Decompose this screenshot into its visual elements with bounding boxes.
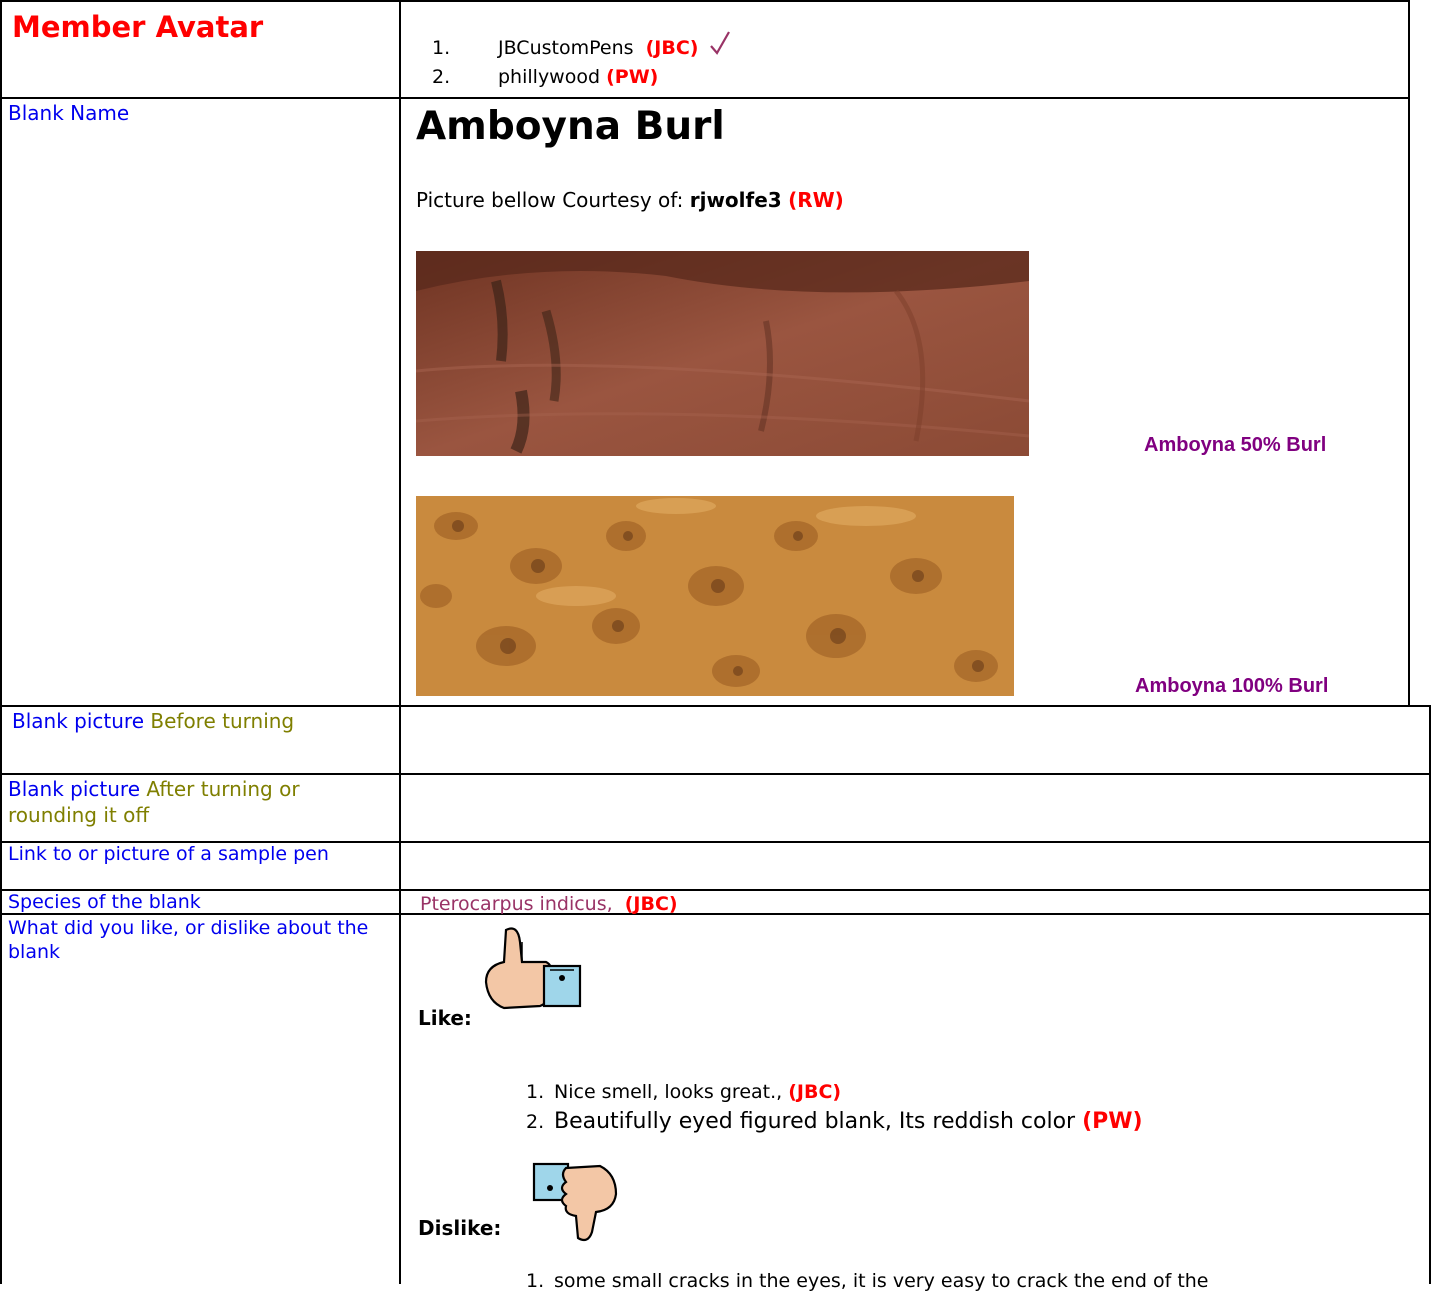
thumbs-down-icon xyxy=(532,1162,618,1242)
before-turning-label: Blank picture Before turning xyxy=(12,709,295,733)
list-item: 1. Nice smell, looks great., (JBC) xyxy=(526,1081,842,1103)
thumbs-up-icon xyxy=(484,927,582,1010)
member-name: phillywood xyxy=(498,66,601,88)
like-dislike-label: What did you like, or dislike about the … xyxy=(8,917,369,963)
member-list: 1. JBCustomPens (JBC) 2. phillywood (PW) xyxy=(432,30,731,98)
courtesy-line: Picture bellow Courtesy of: rjwolfe3 (RW… xyxy=(416,188,844,212)
amboyna-50-burl-image xyxy=(416,251,1029,456)
member-avatar-heading: Member Avatar xyxy=(12,10,264,44)
list-item: 2. phillywood (PW) xyxy=(432,66,659,88)
species-label: Species of the blank xyxy=(8,891,201,913)
image-caption: Amboyna 50% Burl xyxy=(1144,434,1327,456)
image-caption: Amboyna 100% Burl xyxy=(1135,675,1329,697)
dislike-heading: Dislike: xyxy=(418,1216,502,1240)
amboyna-100-burl-image xyxy=(416,496,1014,696)
like-tag: (PW) xyxy=(1082,1109,1143,1134)
like-heading: Like: xyxy=(418,1006,472,1030)
like-tag: (JBC) xyxy=(788,1081,842,1103)
species-value: Pterocarpus indicus, (JBC) xyxy=(420,893,678,915)
species-tag: (JBC) xyxy=(624,893,678,915)
dislike-list: 1. some small cracks in the eyes, it is v… xyxy=(526,1270,1209,1292)
member-name: JBCustomPens xyxy=(498,37,634,59)
list-item: 1. JBCustomPens (JBC) xyxy=(432,30,731,66)
sample-pen-label: Link to or picture of a sample pen xyxy=(8,843,329,865)
member-tag: (JBC) xyxy=(645,37,699,59)
courtesy-tag: (RW) xyxy=(788,188,844,212)
list-item: 2. Beautifully eyed figured blank, Its re… xyxy=(526,1109,1143,1134)
like-list: 1. Nice smell, looks great., (JBC) 2. Beau… xyxy=(526,1081,1143,1141)
blank-name-label: Blank Name xyxy=(8,101,130,125)
blank-title: Amboyna Burl xyxy=(416,104,725,149)
list-item: 1. some small cracks in the eyes, it is v… xyxy=(526,1270,1209,1292)
check-mark-icon xyxy=(709,31,730,55)
member-tag: (PW) xyxy=(606,66,659,88)
after-turning-label: Blank picture After turning or rounding … xyxy=(8,777,300,827)
courtesy-user: rjwolfe3 xyxy=(689,188,782,212)
